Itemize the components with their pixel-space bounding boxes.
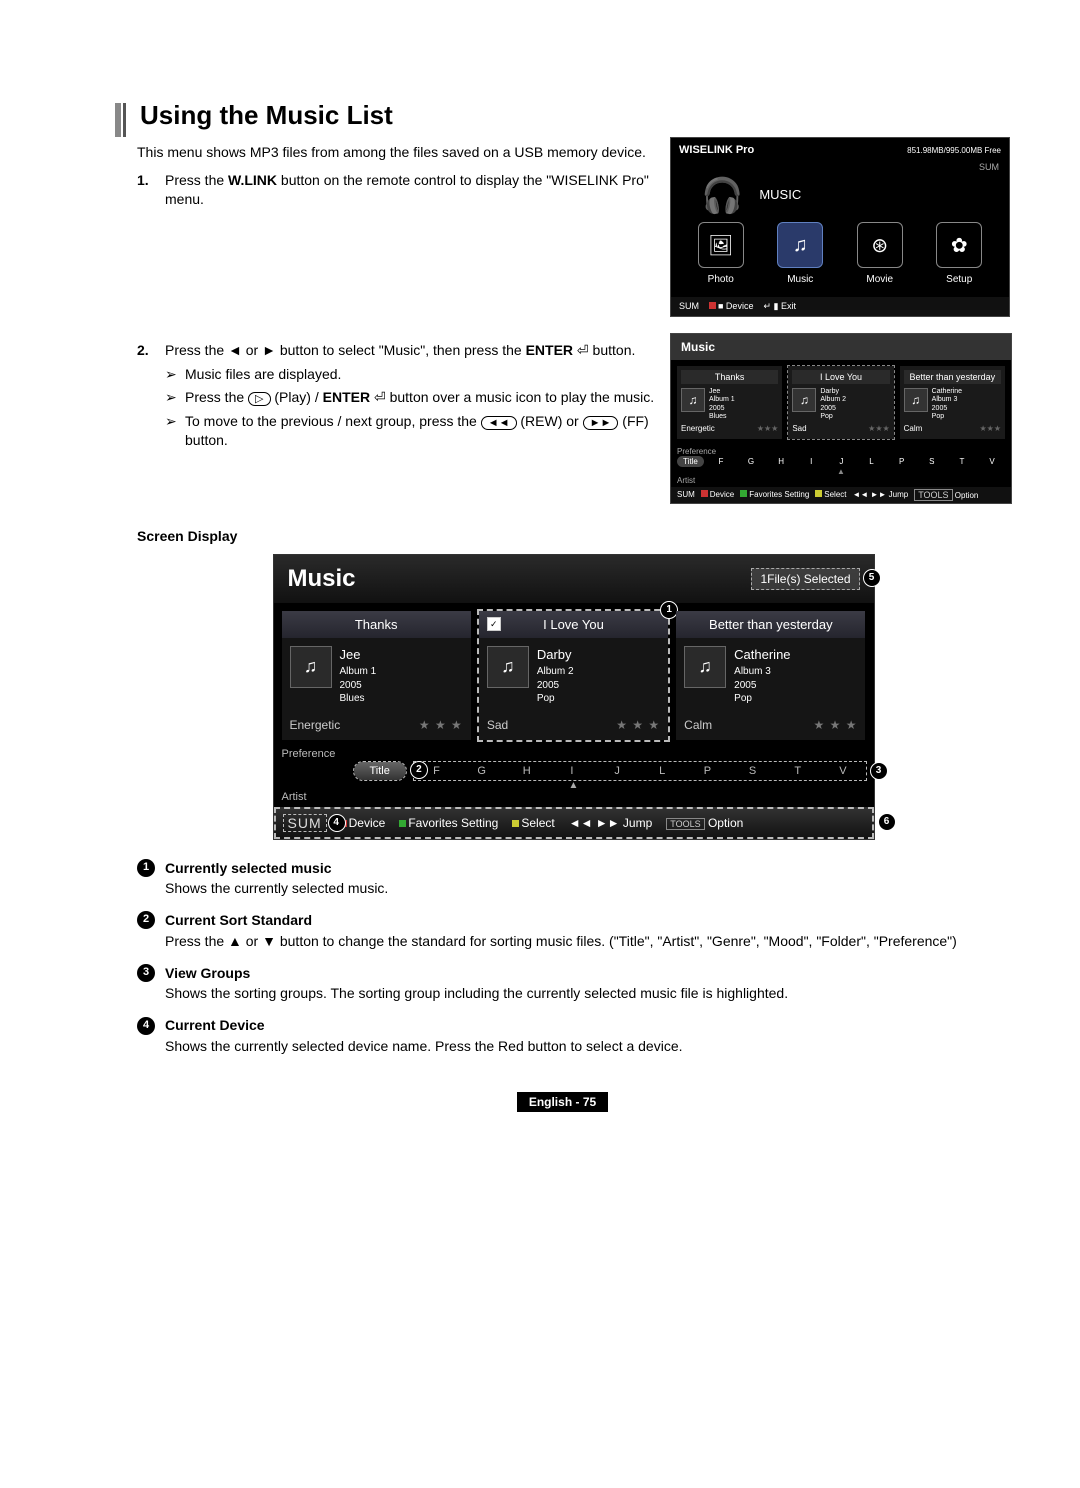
bottom-option: TOOLS Option bbox=[914, 490, 978, 500]
legend-number: 1 bbox=[137, 859, 155, 877]
legend-number: 4 bbox=[137, 1017, 155, 1035]
step-text: Press the ◄ or ► button to select "Music… bbox=[165, 342, 635, 358]
index-letter[interactable]: G bbox=[459, 762, 504, 780]
music-group[interactable]: Thanks ♫ JeeAlbum 12005Blues Energetic★ … bbox=[282, 611, 471, 740]
page-footer: English - 75 bbox=[115, 1092, 1010, 1112]
legend-desc: Shows the currently selected device name… bbox=[165, 1036, 1010, 1056]
note-icon: ♫ bbox=[684, 646, 726, 688]
legend-desc: Shows the currently selected music. bbox=[165, 878, 1010, 898]
step-text: Press the W.LINK button on the remote co… bbox=[165, 171, 656, 210]
note-icon: ♫ bbox=[290, 646, 332, 688]
index-letter[interactable]: T bbox=[775, 762, 820, 780]
wiselink-title: WISELINK Pro bbox=[679, 144, 754, 156]
legend-title: Current Device bbox=[165, 1015, 265, 1035]
sort-pref-label: Preference bbox=[282, 748, 354, 760]
wiselink-footer-device: ■ Device bbox=[709, 301, 753, 312]
intro-text: This menu shows MP3 files from among the… bbox=[137, 143, 656, 163]
wiselink-thumb: WISELINK Pro 851.98MB/995.00MB Free SUM … bbox=[670, 137, 1010, 317]
index-letter[interactable]: I bbox=[549, 762, 594, 780]
foot-device[interactable]: Device bbox=[340, 816, 386, 830]
headphones-icon: 🎧 bbox=[701, 176, 743, 216]
legend-number: 3 bbox=[137, 964, 155, 982]
foot-select[interactable]: Select bbox=[512, 816, 554, 830]
note-icon: ♫ bbox=[792, 388, 816, 412]
music-screen-display: Music 1File(s) Selected 5 Thanks ♫ JeeAl… bbox=[273, 554, 875, 840]
bottom-fav: Favorites Setting bbox=[740, 490, 809, 499]
callout-2: 2 bbox=[410, 761, 428, 779]
music-list-thumb: Music Thanks ♫ JeeAlbum 12005Blues Energ… bbox=[670, 333, 1012, 504]
bottom-select: Select bbox=[815, 490, 846, 499]
sort-pref: Preference bbox=[677, 447, 1005, 456]
bottom-sum: SUM bbox=[677, 490, 695, 499]
screen-display-label: Screen Display bbox=[137, 528, 1010, 544]
music-group[interactable]: ✓I Love You1 ♫ DarbyAlbum 22005Pop Sad★ … bbox=[479, 611, 668, 740]
legend-list: 1Currently selected musicShows the curre… bbox=[137, 858, 1010, 1056]
files-selected-badge: 1File(s) Selected 5 bbox=[751, 568, 859, 590]
wiselink-storage: 851.98MB/995.00MB Free bbox=[907, 146, 1001, 155]
index-letter[interactable]: P bbox=[685, 762, 730, 780]
movie-tile[interactable]: ⊛Movie bbox=[853, 222, 907, 285]
legend-desc: Press the ▲ or ▼ button to change the st… bbox=[165, 931, 1010, 951]
step-number: 2. bbox=[137, 341, 165, 451]
arrow-icon: ➢ bbox=[165, 365, 185, 385]
photo-icon: 🖼 bbox=[708, 233, 733, 258]
callout-6: 6 bbox=[878, 813, 896, 831]
letter-index[interactable]: FGHIJLPSTV bbox=[414, 762, 866, 780]
foot-option[interactable]: TOOLS Option bbox=[666, 816, 743, 830]
setup-icon: ✿ bbox=[951, 233, 968, 258]
index-letter[interactable]: V bbox=[820, 762, 865, 780]
music-group[interactable]: Better than yesterday ♫ CatherineAlbum 3… bbox=[676, 611, 865, 740]
photo-tile[interactable]: 🖼Photo bbox=[694, 222, 748, 285]
music-group[interactable]: Thanks ♫ JeeAlbum 12005Blues Energetic★★… bbox=[677, 366, 782, 439]
note-icon: ♫ bbox=[487, 646, 529, 688]
sort-artist-label: Artist bbox=[282, 791, 354, 803]
callout-5: 5 bbox=[863, 569, 881, 587]
music-thumb-title: Music bbox=[671, 334, 1011, 360]
index-letter[interactable]: L bbox=[640, 762, 685, 780]
callout-4: 4 bbox=[328, 814, 346, 832]
foot-fav[interactable]: Favorites Setting bbox=[399, 816, 498, 830]
movie-icon: ⊛ bbox=[871, 233, 888, 258]
foot-jump[interactable]: ◄◄ ►► Jump bbox=[569, 816, 653, 830]
bottom-device: Device bbox=[701, 490, 734, 499]
sort-pill[interactable]: Title 2 bbox=[354, 762, 406, 780]
index-letter[interactable]: H bbox=[504, 762, 549, 780]
music-group[interactable]: Better than yesterday ♫ CatherineAlbum 3… bbox=[900, 366, 1005, 439]
arrow-icon: ➢ bbox=[165, 412, 185, 451]
note-icon: ♫ bbox=[904, 388, 928, 412]
callout-3: 3 bbox=[870, 762, 888, 780]
legend-title: Currently selected music bbox=[165, 858, 332, 878]
wiselink-footer-exit: ↵ ▮ Exit bbox=[763, 301, 796, 312]
arrow-icon: ➢ bbox=[165, 388, 185, 408]
index-letter[interactable]: S bbox=[730, 762, 775, 780]
note-icon: ♫ bbox=[681, 388, 705, 412]
bottom-jump: ◄◄ ►► Jump bbox=[853, 490, 909, 499]
step-number: 1. bbox=[137, 171, 165, 210]
sub-text: Press the ▷ (Play) / ENTER ⏎ button over… bbox=[185, 388, 654, 408]
setup-tile[interactable]: ✿Setup bbox=[932, 222, 986, 285]
sub-text: To move to the previous / next group, pr… bbox=[185, 412, 656, 451]
legend-desc: Shows the sorting groups. The sorting gr… bbox=[165, 983, 1010, 1003]
legend-title: Current Sort Standard bbox=[165, 910, 312, 930]
wiselink-footer-sum: SUM bbox=[679, 301, 699, 312]
music-group[interactable]: I Love You ♫ DarbyAlbum 22005Pop Sad★★★ bbox=[788, 366, 893, 439]
music-tile[interactable]: ♫Music bbox=[773, 222, 827, 285]
sort-artist: Artist bbox=[677, 476, 1005, 485]
foot-sum: SUM 4 bbox=[284, 815, 326, 831]
wiselink-subtitle: MUSIC bbox=[759, 181, 801, 212]
check-icon: ✓ bbox=[487, 617, 501, 631]
index-letter[interactable]: J bbox=[595, 762, 640, 780]
section-title: Using the Music List bbox=[140, 100, 393, 131]
sort-selected[interactable]: Title bbox=[677, 456, 704, 467]
legend-title: View Groups bbox=[165, 963, 250, 983]
legend-number: 2 bbox=[137, 911, 155, 929]
music-icon: ♫ bbox=[793, 234, 808, 257]
sub-text: Music files are displayed. bbox=[185, 365, 341, 385]
bs-title: Music bbox=[288, 565, 356, 593]
wiselink-sum: SUM bbox=[671, 162, 1009, 176]
